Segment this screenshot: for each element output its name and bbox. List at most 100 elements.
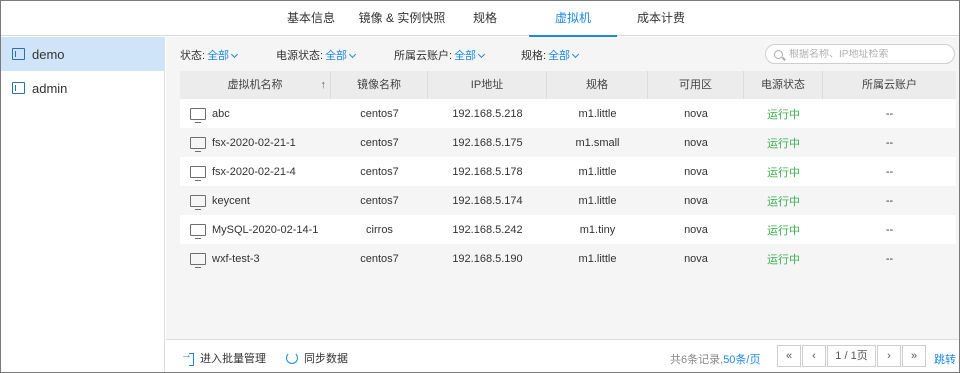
- batch-manage-label: 进入批量管理: [200, 353, 266, 365]
- sort-arrow-icon[interactable]: ↑: [321, 71, 327, 99]
- vm-name-cell: wxf-test-3: [180, 252, 331, 268]
- sidebar-item-admin[interactable]: admin: [1, 71, 165, 105]
- column-header-account: 所属云账户: [862, 79, 917, 91]
- power-filter-value: 全部: [325, 50, 348, 62]
- image-cell: centos7: [360, 136, 399, 149]
- power-status-cell: 运行中: [767, 137, 800, 150]
- spec-filter[interactable]: 规格: 全部: [521, 47, 580, 63]
- first-page-button[interactable]: «: [777, 345, 801, 367]
- power-status-cell: 运行中: [767, 108, 800, 121]
- table-row[interactable]: keycent centos7 192.168.5.174 m1.little …: [180, 186, 956, 215]
- table-row[interactable]: wxf-test-3 centos7 192.168.5.190 m1.litt…: [180, 244, 956, 273]
- account-cell: --: [885, 165, 894, 178]
- tab-specs[interactable]: 规格: [457, 1, 513, 36]
- monitor-icon: [190, 107, 206, 123]
- power-filter-label: 电源状态:: [276, 50, 324, 62]
- table-row[interactable]: fsx-2020-02-21-1 centos7 192.168.5.175 m…: [180, 128, 956, 157]
- tab-basic-info[interactable]: 基本信息: [275, 1, 347, 36]
- power-status-cell: 运行中: [767, 224, 800, 237]
- tab-images-snapshots[interactable]: 镜像 & 实例快照: [351, 1, 453, 36]
- batch-manage-button[interactable]: 进入批量管理: [181, 349, 266, 366]
- account-cell: --: [885, 107, 894, 120]
- power-status-cell: 运行中: [767, 195, 800, 208]
- table-row[interactable]: MySQL-2020-02-14-1 cirros 192.168.5.242 …: [180, 215, 956, 244]
- ip-cell: 192.168.5.190: [452, 252, 523, 265]
- zone-cell: nova: [684, 252, 708, 265]
- sync-data-button[interactable]: 同步数据: [286, 350, 348, 366]
- column-header-spec: 规格: [547, 71, 648, 99]
- filter-bar: 状态: 全部 电源状态: 全部 所属云账户: 全部 规格: 全部: [166, 37, 959, 70]
- image-cell: cirros: [366, 223, 393, 236]
- page-indicator: 1 / 1页: [827, 345, 876, 367]
- record-count: 共6条记录,50条/页: [670, 351, 760, 367]
- image-cell: centos7: [360, 252, 399, 265]
- vm-name-cell: abc: [180, 107, 331, 123]
- column-header-ip: IP地址: [428, 71, 547, 99]
- table-row[interactable]: abc centos7 192.168.5.218 m1.little nova…: [180, 99, 956, 128]
- vm-name-cell: MySQL-2020-02-14-1: [180, 223, 331, 239]
- spec-cell: m1.little: [578, 194, 617, 207]
- column-header-power: 电源状态: [744, 71, 823, 99]
- vm-name-cell: keycent: [180, 194, 331, 210]
- sidebar-item-demo[interactable]: demo: [1, 37, 165, 71]
- tab-cost-billing[interactable]: 成本计费: [625, 1, 697, 36]
- enter-icon: [181, 349, 194, 366]
- image-cell: centos7: [360, 107, 399, 120]
- zone-cell: nova: [684, 107, 708, 120]
- table-footer: 进入批量管理 同步数据 共6条记录,50条/页 « ‹ 1 / 1页 › » 跳…: [166, 339, 959, 372]
- ip-cell: 192.168.5.178: [452, 165, 523, 178]
- column-header-vm-name[interactable]: 虚拟机名称 ↑: [180, 71, 331, 99]
- ip-cell: 192.168.5.242: [452, 223, 523, 236]
- spec-cell: m1.little: [578, 165, 617, 178]
- next-page-button[interactable]: ›: [877, 345, 901, 367]
- project-icon: [12, 48, 25, 60]
- status-filter[interactable]: 状态: 全部: [180, 47, 239, 63]
- vm-name[interactable]: fsx-2020-02-21-1: [212, 137, 296, 149]
- power-filter[interactable]: 电源状态: 全部: [276, 47, 357, 63]
- jump-page-button[interactable]: 跳转: [934, 351, 956, 367]
- tab-vms[interactable]: 虚拟机: [529, 1, 617, 37]
- top-tabs: 基本信息 镜像 & 实例快照 规格 虚拟机 成本计费: [1, 1, 959, 37]
- power-status-cell: 运行中: [767, 166, 800, 179]
- column-header-image: 镜像名称: [331, 71, 428, 99]
- ip-cell: 192.168.5.175: [452, 136, 523, 149]
- spec-filter-label: 规格:: [521, 50, 547, 62]
- chevron-down-icon: [478, 50, 486, 59]
- spec-cell: m1.small: [575, 136, 620, 149]
- chevron-down-icon: [349, 50, 357, 59]
- account-filter[interactable]: 所属云账户: 全部: [394, 47, 486, 63]
- search-icon[interactable]: [774, 49, 783, 59]
- page-size-selector[interactable]: 50条/页: [723, 354, 760, 366]
- monitor-icon: [190, 165, 206, 181]
- spec-cell: m1.tiny: [579, 223, 616, 236]
- prev-page-button[interactable]: ‹: [802, 345, 826, 367]
- vm-table: 虚拟机名称 ↑ 镜像名称 IP地址 规格 可用区 电源状态 所属云账户 abc c…: [180, 71, 956, 273]
- account-cell: --: [885, 194, 894, 207]
- spec-cell: m1.little: [578, 107, 617, 120]
- vm-name-cell: fsx-2020-02-21-1: [180, 136, 331, 152]
- vm-name[interactable]: keycent: [212, 195, 250, 207]
- zone-cell: nova: [684, 136, 708, 149]
- column-header-zone: 可用区: [648, 71, 744, 99]
- sync-data-label: 同步数据: [304, 353, 348, 365]
- vm-name[interactable]: wxf-test-3: [212, 253, 260, 265]
- account-filter-label: 所属云账户:: [394, 50, 453, 62]
- project-icon: [12, 82, 25, 94]
- power-status-cell: 运行中: [767, 253, 800, 266]
- vm-name[interactable]: MySQL-2020-02-14-1: [212, 224, 318, 236]
- project-sidebar: demo admin: [1, 37, 165, 372]
- column-header-label: 虚拟机名称: [227, 79, 283, 91]
- image-cell: centos7: [360, 165, 399, 178]
- vm-name[interactable]: abc: [212, 108, 230, 120]
- chevron-down-icon: [231, 50, 239, 59]
- ip-cell: 192.168.5.174: [452, 194, 523, 207]
- table-row[interactable]: fsx-2020-02-21-4 centos7 192.168.5.178 m…: [180, 157, 956, 186]
- ip-cell: 192.168.5.218: [452, 107, 523, 120]
- status-filter-value: 全部: [207, 50, 230, 62]
- last-page-button[interactable]: »: [902, 345, 926, 367]
- vm-name[interactable]: fsx-2020-02-21-4: [212, 166, 296, 178]
- search-input[interactable]: [789, 48, 949, 60]
- zone-cell: nova: [684, 165, 708, 178]
- table-header: 虚拟机名称 ↑ 镜像名称 IP地址 规格 可用区 电源状态 所属云账户: [180, 71, 956, 99]
- monitor-icon: [190, 252, 206, 268]
